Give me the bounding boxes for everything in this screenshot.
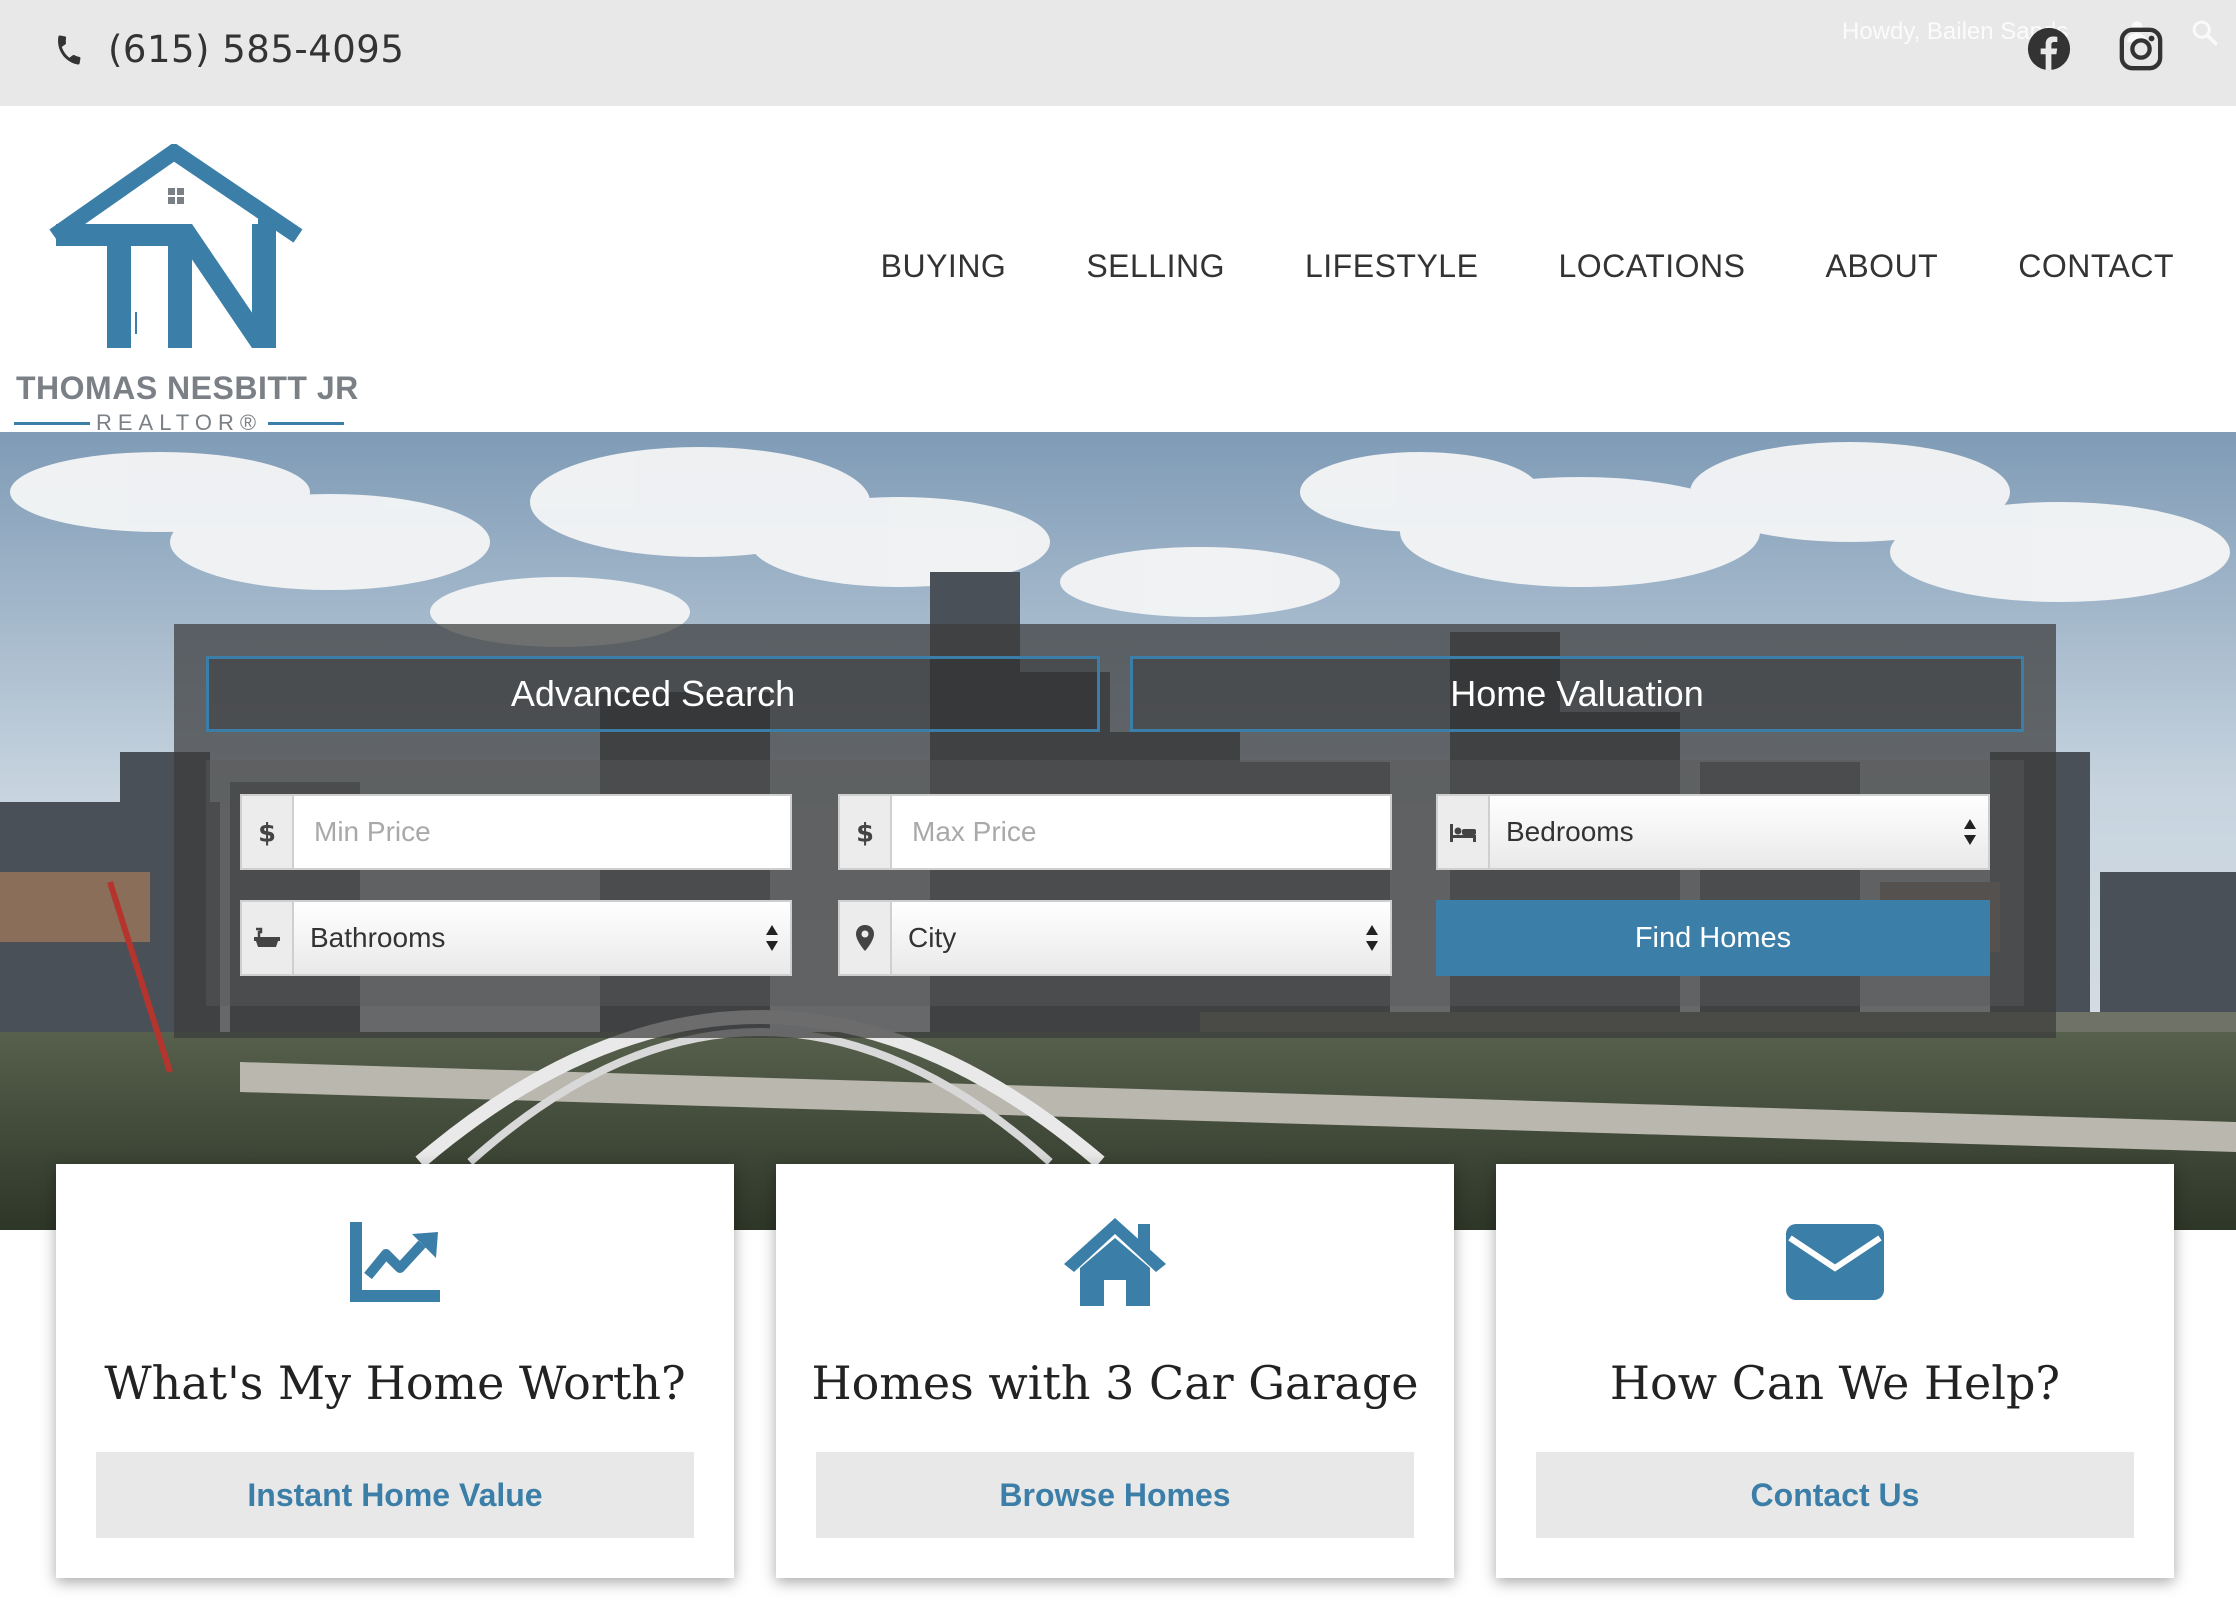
- tab-home-valuation[interactable]: Home Valuation: [1130, 656, 2024, 732]
- nav-locations[interactable]: LOCATIONS: [1558, 248, 1745, 285]
- select-arrows-icon: [1952, 796, 1988, 868]
- home-icon: [1064, 1218, 1166, 1306]
- nav-lifestyle[interactable]: LIFESTYLE: [1305, 248, 1478, 285]
- instant-home-value-button[interactable]: Instant Home Value: [96, 1452, 694, 1538]
- bed-icon: [1438, 796, 1490, 868]
- nav-selling[interactable]: SELLING: [1086, 248, 1225, 285]
- svg-text:$: $: [258, 818, 276, 846]
- card-3-car-garage: Homes with 3 Car Garage Browse Homes: [776, 1164, 1454, 1578]
- bath-icon: [242, 902, 294, 974]
- phone-contact[interactable]: (615) 585-4095: [52, 28, 404, 71]
- dollar-icon: $: [242, 796, 294, 868]
- bathrooms-value[interactable]: Bathrooms: [294, 902, 754, 974]
- select-arrows-icon: [754, 902, 790, 974]
- main-nav: BUYING SELLING LIFESTYLE LOCATIONS ABOUT…: [881, 248, 2174, 285]
- card-title: What's My Home Worth?: [104, 1356, 686, 1410]
- min-price-input[interactable]: [294, 796, 790, 868]
- browse-homes-button[interactable]: Browse Homes: [816, 1452, 1414, 1538]
- tab-advanced-search[interactable]: Advanced Search: [206, 656, 1100, 732]
- envelope-icon: [1786, 1224, 1884, 1300]
- select-arrows-icon: [1354, 902, 1390, 974]
- city-value[interactable]: City: [892, 902, 1354, 974]
- bedrooms-value[interactable]: Bedrooms: [1490, 796, 1952, 868]
- site-header: THOMAS NESBITT JR REALTOR® BUYING SELLIN…: [0, 106, 2236, 435]
- search-icon[interactable]: [2190, 18, 2218, 46]
- max-price-field: $: [838, 794, 1392, 870]
- facebook-icon[interactable]: [2026, 26, 2072, 72]
- dollar-icon: $: [840, 796, 892, 868]
- bedrooms-select[interactable]: Bedrooms: [1436, 794, 1990, 870]
- svg-text:$: $: [856, 818, 874, 846]
- site-logo[interactable]: THOMAS NESBITT JR REALTOR®: [14, 142, 359, 435]
- find-homes-button[interactable]: Find Homes: [1436, 900, 1990, 976]
- map-marker-icon: [840, 902, 892, 974]
- phone-icon: [58, 34, 81, 65]
- city-select[interactable]: City: [838, 900, 1392, 976]
- card-how-can-we-help: How Can We Help? Contact Us: [1496, 1164, 2174, 1578]
- nav-buying[interactable]: BUYING: [881, 248, 1007, 285]
- nav-contact[interactable]: CONTACT: [2018, 248, 2174, 285]
- card-title: How Can We Help?: [1609, 1356, 2061, 1410]
- min-price-field: $: [240, 794, 792, 870]
- logo-name: THOMAS NESBITT JR: [16, 370, 359, 406]
- phone-number[interactable]: (615) 585-4095: [108, 28, 404, 71]
- card-home-worth: What's My Home Worth? Instant Home Value: [56, 1164, 734, 1578]
- nav-about[interactable]: ABOUT: [1825, 248, 1938, 285]
- logo-house-icon: [49, 142, 303, 348]
- instagram-icon[interactable]: [2118, 26, 2164, 72]
- contact-us-button[interactable]: Contact Us: [1536, 1452, 2134, 1538]
- max-price-input[interactable]: [892, 796, 1390, 868]
- card-title: Homes with 3 Car Garage: [811, 1356, 1419, 1410]
- top-bar: (615) 585-4095 Howdy, Bailen Sands: [0, 0, 2236, 106]
- bathrooms-select[interactable]: Bathrooms: [240, 900, 792, 976]
- chart-line-icon: [350, 1222, 440, 1302]
